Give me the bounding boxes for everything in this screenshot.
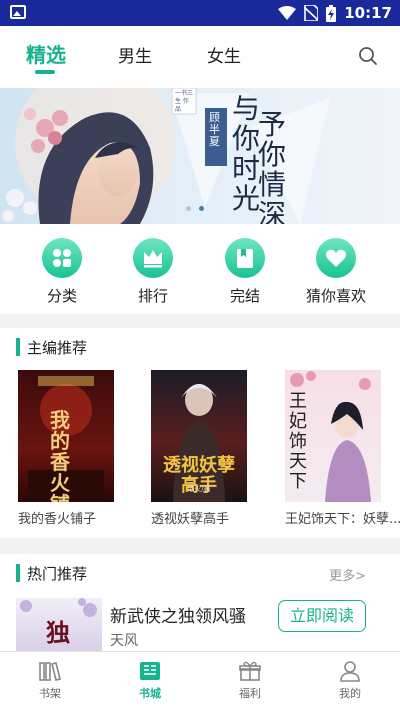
hot-picks-section: 热门推荐 更多> 独 新武侠之独领风骚 天风 立即阅读 [0, 554, 400, 652]
book-title: 我的香火铺子 [18, 512, 97, 527]
entry-category[interactable]: 分类 [22, 238, 102, 306]
entry-finished[interactable]: 完结 [205, 238, 285, 306]
book-cover: 王妃饰天下 [285, 370, 381, 502]
book-card[interactable]: 王妃饰天下 王妃饰天下：妖孽... [285, 370, 400, 527]
entry-guess-you-like[interactable]: 猜你喜欢 [296, 238, 376, 306]
bookshelf-icon [39, 662, 61, 681]
banner-title-left: 与你时光 [232, 92, 261, 215]
nav-bookshelf-label: 书架 [39, 687, 61, 700]
nav-bookstore-label: 书城 [139, 687, 161, 700]
banner-title-right: 予你情深 [258, 108, 287, 225]
clock: 10:17 [344, 4, 392, 22]
bookstore-icon [140, 662, 160, 680]
editor-picks-section: 主编推荐 我的香火铺子 我的香火铺子 透视妖孽高手 焰火/著 透视妖孽高手 [0, 328, 400, 538]
status-bar: 10:17 [0, 0, 400, 26]
no-sim-icon [304, 5, 319, 21]
tab-female[interactable]: 女生 [207, 42, 241, 67]
book-cover: 我的香火铺子 [18, 370, 114, 502]
crown-icon [133, 238, 173, 278]
more-link[interactable]: 更多> [329, 565, 366, 584]
book-card[interactable]: 我的香火铺子 我的香火铺子 [18, 370, 114, 527]
heart-icon [316, 238, 356, 278]
entry-guess-label: 猜你喜欢 [305, 287, 366, 305]
banner-tag: 一书三生 作品 [175, 90, 194, 113]
entry-ranking-label: 排行 [137, 287, 168, 305]
section-title: 热门推荐 [27, 565, 88, 583]
banner-illustration [2, 88, 330, 224]
book-cover: 透视妖孽高手 焰火/著 [151, 370, 247, 502]
category-icon [42, 238, 82, 278]
nav-welfare-label: 福利 [239, 687, 261, 700]
wifi-icon [278, 6, 297, 20]
cover-title: 王妃饰天下 [289, 391, 307, 492]
nav-bookstore[interactable]: 书城 [120, 660, 180, 701]
quick-entries: 分类 排行 完结 猜你喜欢 [0, 224, 400, 314]
carousel-dot[interactable] [186, 206, 191, 211]
book-title: 透视妖孽高手 [151, 512, 230, 527]
search-icon[interactable] [358, 46, 378, 66]
cover-author: 焰火/著 [187, 485, 211, 493]
section-title: 主编推荐 [27, 339, 88, 357]
nav-profile-label: 我的 [339, 687, 361, 700]
battery-charging-icon [326, 4, 337, 22]
nav-welfare[interactable]: 福利 [220, 660, 280, 701]
tab-male[interactable]: 男生 [118, 42, 152, 67]
nav-bookshelf[interactable]: 书架 [20, 660, 80, 701]
book-icon [225, 238, 265, 278]
section-marker [16, 564, 20, 582]
top-tab-bar: 精选 男生 女生 [0, 26, 400, 88]
book-author: 天风 [110, 633, 138, 649]
entry-ranking[interactable]: 排行 [113, 238, 193, 306]
entry-category-label: 分类 [46, 287, 77, 305]
section-marker [16, 338, 20, 356]
cover-title: 我的香火铺子 [50, 408, 70, 503]
read-now-button[interactable]: 立即阅读 [278, 600, 366, 632]
book-cover: 独 [16, 598, 102, 652]
tab-featured[interactable]: 精选 [26, 39, 66, 68]
carousel-dot-active[interactable] [199, 206, 204, 211]
tab-indicator [35, 70, 55, 74]
cover-title: 独 [46, 619, 70, 647]
gift-icon [239, 661, 261, 681]
nav-profile[interactable]: 我的 [320, 660, 380, 701]
carousel-indicators [186, 206, 204, 211]
recommended-book-row[interactable]: 独 新武侠之独领风骚 天风 立即阅读 [0, 592, 400, 652]
banner-author: 顾半夏 [209, 111, 220, 148]
book-title: 王妃饰天下：妖孽... [285, 512, 400, 527]
bottom-nav: 书架 书城 福利 我的 [0, 651, 400, 711]
user-icon [340, 661, 360, 682]
book-title: 新武侠之独领风骚 [110, 607, 246, 627]
entry-finished-label: 完结 [229, 287, 260, 305]
book-card[interactable]: 透视妖孽高手 焰火/著 透视妖孽高手 [151, 370, 247, 527]
gallery-icon [10, 5, 26, 19]
banner-carousel[interactable]: 与你时光 予你情深 顾半夏 一书三生 作品 [0, 88, 400, 224]
